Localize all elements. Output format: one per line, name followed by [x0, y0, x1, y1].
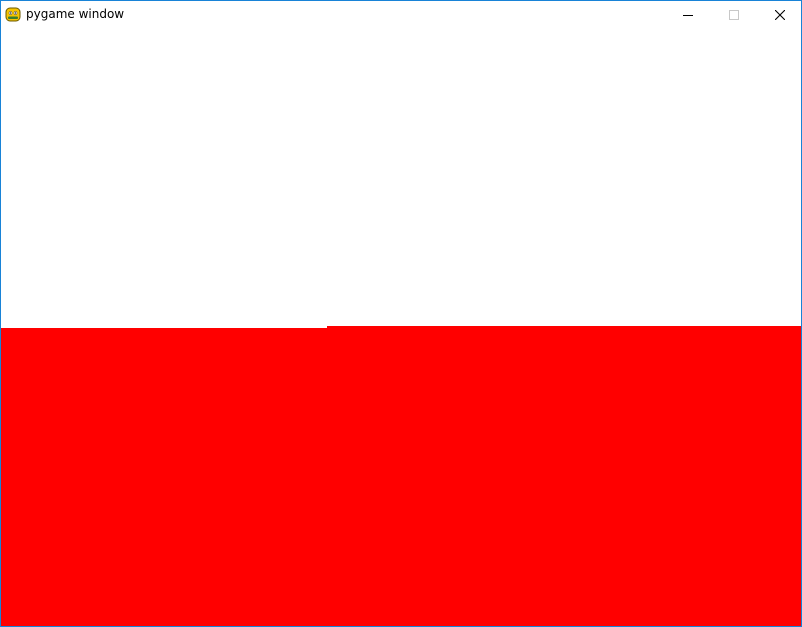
- window-title: pygame window: [26, 7, 125, 21]
- maximize-icon: [729, 5, 739, 24]
- game-canvas[interactable]: [1, 27, 801, 626]
- red-rectangle-right: [327, 326, 801, 626]
- title-bar[interactable]: pygame window: [1, 1, 801, 27]
- minimize-button[interactable]: [665, 1, 711, 27]
- red-rectangle-left: [1, 328, 327, 626]
- close-button[interactable]: [757, 1, 801, 27]
- pygame-snake-icon[interactable]: [5, 6, 21, 22]
- close-icon: [774, 5, 786, 24]
- maximize-button[interactable]: [711, 1, 757, 27]
- pygame-window: pygame window: [0, 0, 802, 627]
- minimize-icon: [683, 5, 693, 24]
